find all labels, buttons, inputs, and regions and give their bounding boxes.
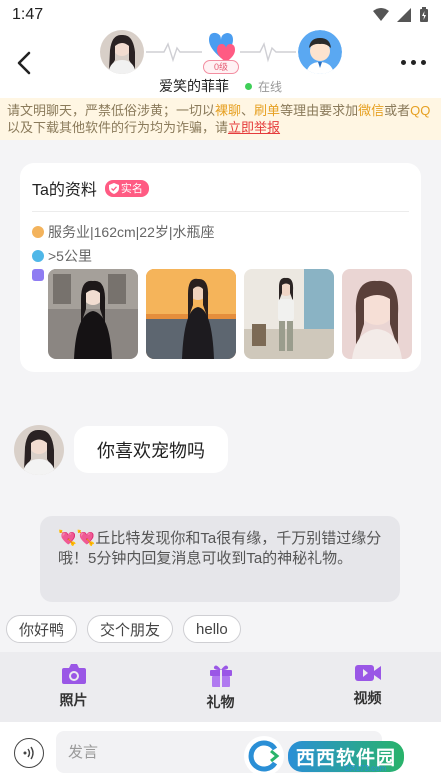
status-time: 1:47	[12, 6, 44, 23]
warning-text: 等理由要求加	[280, 103, 359, 118]
message-bubble[interactable]: 你喜欢宠物吗	[74, 426, 228, 473]
camera-icon	[61, 664, 86, 684]
briefcase-icon	[32, 226, 44, 238]
warning-keyword: QQ	[410, 103, 431, 118]
quick-replies: 你好鸭 交个朋友 hello	[6, 615, 241, 643]
profile-distance-row: >5公里	[32, 244, 409, 268]
chat-toolbar: 照片 礼物 视频	[0, 652, 441, 722]
voice-wave-icon	[23, 746, 34, 760]
more-options-button[interactable]	[397, 52, 429, 72]
shield-icon	[108, 182, 119, 194]
chat-header: 0级 爱笑的菲菲 在线	[0, 30, 441, 98]
contact-name: 爱笑的菲菲	[158, 78, 229, 94]
gift-label: 礼物	[206, 694, 235, 710]
status-icons	[373, 7, 429, 23]
cupid-emoji: 💘💘	[58, 530, 96, 547]
quick-reply-chip[interactable]: hello	[183, 615, 241, 643]
video-camera-icon	[354, 665, 381, 681]
battery-icon	[420, 7, 428, 22]
online-status: 在线	[257, 79, 282, 94]
photo-label: 照片	[59, 692, 88, 708]
site-watermark: 西西软件园 CR173.com	[244, 734, 439, 778]
heartbeat-line-left	[146, 42, 202, 63]
profile-photo[interactable]	[48, 269, 138, 359]
warning-keyword: 微信	[358, 103, 385, 118]
video-label: 视频	[353, 690, 382, 706]
profile-distance: >5公里	[48, 248, 92, 264]
quick-reply-chip[interactable]: 交个朋友	[87, 615, 174, 643]
quick-reply-chip[interactable]: 你好鸭	[6, 615, 78, 643]
my-avatar[interactable]	[298, 30, 342, 74]
card-divider	[32, 211, 409, 212]
profile-photo[interactable]	[244, 269, 334, 359]
video-button[interactable]: 视频	[294, 652, 441, 722]
profile-card[interactable]: Ta的资料 实名 服务业|162cm|22岁|水瓶座 >5公里	[20, 163, 421, 372]
profile-info-row: 服务业|162cm|22岁|水瓶座	[32, 220, 409, 244]
photo-button[interactable]: 照片	[0, 652, 147, 722]
contact-avatar[interactable]	[100, 30, 144, 74]
voice-input-button[interactable]	[14, 738, 44, 768]
profile-photos	[48, 269, 412, 359]
profile-photo[interactable]	[146, 269, 236, 359]
profile-card-title: Ta的资料	[32, 182, 97, 199]
profile-card-header: Ta的资料 实名	[32, 177, 409, 199]
gift-icon	[209, 665, 232, 687]
report-link[interactable]: 立即举报	[228, 120, 280, 135]
warning-text: 请文明聊天，严禁低俗涉黄；一切以	[7, 103, 216, 118]
signal-icon	[397, 8, 411, 22]
warning-text: 或者	[384, 103, 411, 118]
warning-keyword: 刷单	[254, 103, 281, 118]
system-tip: 💘💘丘比特发现你和Ta很有缘，千万别错过缘分哦！5分钟内回复消息可收到Ta的神秘…	[40, 516, 400, 602]
sender-avatar[interactable]	[14, 425, 64, 475]
watermark-subtext: CR173.com	[344, 764, 387, 773]
wifi-icon	[373, 8, 389, 21]
online-indicator	[244, 82, 252, 90]
fraud-warning-banner: 请文明聊天，严禁低俗涉黄；一切以裸聊、刷单等理由要求加微信或者QQ 以及下载其他软…	[0, 98, 441, 140]
level-badge: 0级	[203, 60, 239, 74]
location-icon	[32, 250, 44, 262]
warning-text: 以及下载其他软件的行为均为诈骗，请	[7, 120, 229, 135]
back-button[interactable]	[12, 50, 38, 76]
verified-label: 实名	[120, 183, 143, 195]
album-icon	[32, 269, 44, 281]
heartbeat-line-right	[240, 41, 296, 63]
profile-photo[interactable]	[342, 269, 412, 359]
system-tip-text: 丘比特发现你和Ta很有缘，千万别错过缘分哦！5分钟内回复消息可收到Ta的神秘礼物…	[58, 530, 382, 567]
gift-button[interactable]: 礼物	[147, 652, 294, 722]
contact-name-row: 爱笑的菲菲 在线	[0, 76, 441, 96]
watermark-logo-icon	[244, 736, 284, 776]
verified-badge: 实名	[104, 179, 149, 197]
warning-keyword: 裸聊	[215, 103, 242, 118]
status-bar: 1:47	[0, 0, 441, 30]
warning-separator: 、	[241, 103, 255, 118]
profile-info: 服务业|162cm|22岁|水瓶座	[48, 224, 215, 240]
